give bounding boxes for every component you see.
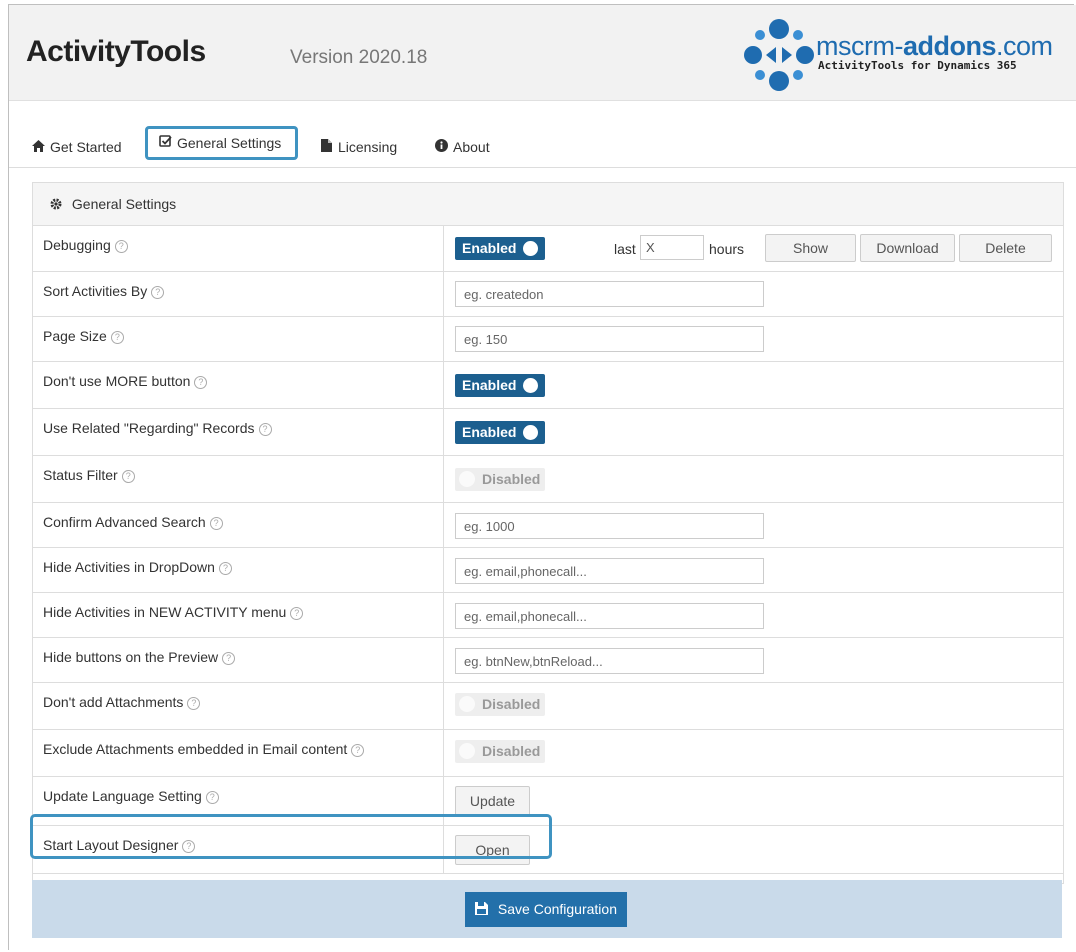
tab-label: About <box>453 139 490 155</box>
logo-wordmark: mscrm-addons.com <box>816 31 1053 62</box>
company-logo: mscrm-addons.com ActivityTools for Dynam… <box>742 19 1053 93</box>
download-log-button[interactable]: Download <box>860 234 955 262</box>
delete-log-button[interactable]: Delete <box>959 234 1052 262</box>
setting-label: Don't add Attachments <box>43 694 184 710</box>
toggle-knob <box>523 378 538 393</box>
help-icon[interactable]: ? <box>290 607 304 620</box>
last-label: last <box>614 241 636 257</box>
tab-get-started[interactable]: Get Started <box>32 139 122 155</box>
exclude-embedded-toggle[interactable]: Disabled <box>455 740 545 763</box>
panel-title: General Settings <box>71 196 177 212</box>
help-icon[interactable]: ? <box>205 791 219 804</box>
help-icon[interactable]: ? <box>194 376 208 389</box>
toggle-knob <box>459 743 475 759</box>
tab-about[interactable]: About <box>435 139 490 155</box>
setting-label: Page Size <box>43 328 107 344</box>
save-configuration-button[interactable]: Save Configuration <box>465 892 627 927</box>
floppy-disk-icon <box>475 901 492 917</box>
save-label: Save Configuration <box>497 901 617 917</box>
page-size-input[interactable] <box>455 326 764 352</box>
tab-label: Get Started <box>50 139 122 155</box>
setting-row-status-filter: Status Filter? Disabled <box>33 456 1063 503</box>
hide-dropdown-input[interactable] <box>455 558 764 584</box>
toggle-knob <box>459 471 475 487</box>
gear-icon <box>50 196 66 212</box>
setting-row-exclude-embedded: Exclude Attachments embedded in Email co… <box>33 730 1063 777</box>
help-icon[interactable]: ? <box>351 744 365 757</box>
help-icon[interactable]: ? <box>209 517 223 530</box>
help-icon[interactable]: ? <box>110 331 124 344</box>
logo-text-left: mscrm- <box>816 31 903 61</box>
toggle-knob <box>459 696 475 712</box>
version-label: Version 2020.18 <box>290 47 428 68</box>
setting-label: Use Related "Regarding" Records <box>43 420 255 436</box>
debugging-toggle[interactable]: Enabled <box>455 237 545 260</box>
setting-row-related-regarding: Use Related "Regarding" Records? Enabled <box>33 409 1063 456</box>
setting-row-page-size: Page Size? <box>33 317 1063 362</box>
setting-label: Confirm Advanced Search <box>43 514 206 530</box>
hours-label: hours <box>709 241 745 257</box>
app-title: ActivityTools <box>26 35 206 68</box>
check-square-icon <box>159 135 172 151</box>
setting-row-more-button: Don't use MORE button? Enabled <box>33 362 1063 409</box>
tab-label: Licensing <box>338 139 398 155</box>
setting-label: Update Language Setting <box>43 788 202 804</box>
setting-label: Hide Activities in DropDown <box>43 559 215 575</box>
setting-label: Sort Activities By <box>43 283 148 299</box>
setting-row-hide-preview-buttons: Hide buttons on the Preview? <box>33 638 1063 683</box>
app-header: ActivityTools Version 2020.18 mscrm-addo… <box>9 5 1076 101</box>
help-icon[interactable]: ? <box>218 562 232 575</box>
tab-general-settings[interactable]: General Settings <box>145 126 299 160</box>
general-settings-panel: General Settings Debugging? Enabled last… <box>32 182 1064 884</box>
setting-label: Debugging <box>43 237 111 253</box>
setting-row-confirm-search: Confirm Advanced Search? <box>33 503 1063 548</box>
panel-header: General Settings <box>33 183 1063 226</box>
setting-label: Hide buttons on the Preview <box>43 649 219 665</box>
no-attachments-toggle[interactable]: Disabled <box>455 693 545 716</box>
setting-row-hide-dropdown: Hide Activities in DropDown? <box>33 548 1063 593</box>
debug-hours-input[interactable] <box>640 235 704 260</box>
toggle-knob <box>523 241 538 256</box>
tab-bar: Get Started General Settings Licensing A… <box>9 122 1076 168</box>
setting-label: Hide Activities in NEW ACTIVITY menu <box>43 604 287 620</box>
help-icon[interactable]: ? <box>182 840 196 853</box>
hide-preview-buttons-input[interactable] <box>455 648 764 674</box>
help-icon[interactable]: ? <box>121 470 135 483</box>
help-icon[interactable]: ? <box>258 423 272 436</box>
help-icon[interactable]: ? <box>151 286 165 299</box>
setting-label: Start Layout Designer <box>43 837 179 853</box>
hide-new-menu-input[interactable] <box>455 603 764 629</box>
save-bar: Save Configuration <box>32 880 1062 938</box>
setting-row-update-language: Update Language Setting? Update <box>33 777 1063 826</box>
help-icon[interactable]: ? <box>222 652 236 665</box>
setting-row-sort-activities: Sort Activities By? <box>33 272 1063 317</box>
confirm-search-input[interactable] <box>455 513 764 539</box>
logo-text-bold: addons <box>902 31 997 61</box>
setting-row-debugging: Debugging? Enabled last hours Show Downl… <box>33 226 1063 272</box>
open-layout-designer-button[interactable]: Open <box>455 835 530 865</box>
help-icon[interactable]: ? <box>114 240 128 253</box>
status-filter-toggle[interactable]: Disabled <box>455 468 545 491</box>
setting-row-no-attachments: Don't add Attachments? Disabled <box>33 683 1063 730</box>
more-button-toggle[interactable]: Enabled <box>455 374 545 397</box>
toggle-knob <box>523 425 538 440</box>
setting-row-hide-new-menu: Hide Activities in NEW ACTIVITY menu? <box>33 593 1063 638</box>
file-icon <box>320 139 333 155</box>
sort-activities-input[interactable] <box>455 281 764 307</box>
info-icon <box>435 139 448 155</box>
tab-licensing[interactable]: Licensing <box>320 139 397 155</box>
home-icon <box>32 140 45 155</box>
setting-label: Exclude Attachments embedded in Email co… <box>43 741 348 757</box>
setting-row-layout-designer: Start Layout Designer? Open <box>33 826 1063 874</box>
setting-label: Status Filter <box>43 467 118 483</box>
setting-label: Don't use MORE button <box>43 373 191 389</box>
show-log-button[interactable]: Show <box>765 234 856 262</box>
tab-label: General Settings <box>177 135 282 151</box>
related-regarding-toggle[interactable]: Enabled <box>455 421 545 444</box>
update-language-button[interactable]: Update <box>455 786 530 816</box>
logo-subtitle: ActivityTools for Dynamics 365 <box>818 59 1017 72</box>
logo-mark-icon <box>744 19 814 91</box>
help-icon[interactable]: ? <box>187 697 201 710</box>
logo-text-right: .com <box>995 31 1053 61</box>
